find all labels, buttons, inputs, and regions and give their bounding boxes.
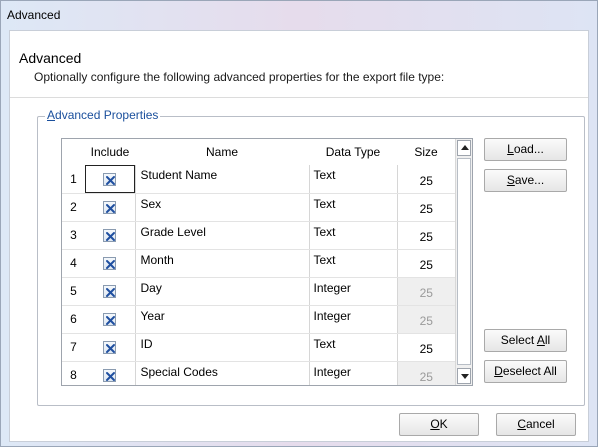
scrollbar-thumb[interactable]	[457, 158, 471, 365]
size-cell: 25	[397, 277, 455, 306]
data-type-cell[interactable]: Text	[309, 249, 398, 278]
include-cell[interactable]	[85, 277, 136, 306]
name-cell[interactable]: ID	[135, 333, 310, 362]
checkbox-checked-icon[interactable]	[103, 285, 117, 299]
properties-table: Include Name Data Type Size 1 Student Nam…	[62, 139, 455, 385]
cancel-button[interactable]: Cancel	[496, 413, 576, 436]
table-row[interactable]: 5 Day Integer 25	[62, 277, 455, 306]
dialog-body: Advanced Optionally configure the follow…	[9, 30, 589, 442]
save-button[interactable]: Save...	[484, 169, 567, 192]
size-cell[interactable]: 25	[397, 333, 455, 362]
checkbox-checked-icon[interactable]	[103, 201, 117, 215]
row-number: 7	[62, 333, 85, 362]
row-number: 2	[62, 193, 85, 222]
save-accel: S	[506, 173, 515, 187]
size-cell: 25	[397, 305, 455, 334]
name-cell[interactable]: Sex	[135, 193, 310, 222]
data-type-cell[interactable]: Text	[309, 333, 398, 362]
group-label: Advanced Properties	[45, 108, 161, 122]
checkbox-checked-icon[interactable]	[103, 257, 117, 271]
group-label-accel: A	[47, 108, 56, 122]
name-cell[interactable]: Year	[135, 305, 310, 334]
grid-body: 1 Student Name Text 25 2 Sex Text 25 3 Grade Leve…	[62, 165, 455, 385]
include-column-header[interactable]: Include	[85, 139, 135, 165]
scroll-up-arrow-icon[interactable]	[457, 140, 471, 156]
table-row[interactable]: 1 Student Name Text 25	[62, 165, 455, 194]
data-type-cell[interactable]: Integer	[309, 361, 398, 385]
select-all-label-end: ll	[544, 333, 551, 347]
name-column-header[interactable]: Name	[135, 139, 309, 165]
checkbox-checked-icon[interactable]	[103, 313, 117, 327]
ok-accel: O	[430, 417, 440, 431]
load-accel: L	[507, 142, 514, 156]
table-row[interactable]: 7 ID Text 25	[62, 333, 455, 362]
select-all-button[interactable]: Select All	[484, 329, 567, 352]
cancel-accel: C	[517, 417, 526, 431]
ok-button[interactable]: OK	[399, 413, 479, 436]
name-cell[interactable]: Special Codes	[135, 361, 310, 385]
row-number: 1	[62, 165, 85, 194]
checkbox-checked-icon[interactable]	[103, 341, 117, 355]
include-cell[interactable]	[85, 361, 136, 385]
include-cell[interactable]	[85, 305, 136, 334]
row-number: 4	[62, 249, 85, 278]
deselect-all-accel: D	[494, 364, 503, 378]
advanced-dialog: Advanced Advanced Optionally configure t…	[0, 0, 598, 447]
select-all-label-start: Select	[500, 333, 537, 347]
name-cell[interactable]: Student Name	[135, 165, 310, 194]
vertical-scrollbar[interactable]	[455, 139, 472, 385]
name-cell[interactable]: Grade Level	[135, 221, 310, 250]
data-type-cell[interactable]: Text	[309, 221, 398, 250]
header-divider	[10, 97, 588, 98]
include-cell[interactable]	[85, 249, 136, 278]
data-type-cell[interactable]: Integer	[309, 277, 398, 306]
row-number: 8	[62, 361, 85, 385]
include-cell[interactable]	[85, 333, 136, 362]
table-row[interactable]: 4 Month Text 25	[62, 249, 455, 278]
checkbox-checked-icon[interactable]	[103, 229, 117, 243]
size-cell[interactable]: 25	[397, 193, 455, 222]
deselect-all-label: eselect All	[502, 364, 557, 378]
include-cell[interactable]	[85, 165, 136, 194]
advanced-properties-group: Advanced Properties Include Name Data Ty…	[37, 108, 585, 406]
checkbox-checked-icon[interactable]	[103, 172, 117, 186]
scroll-down-arrow-icon[interactable]	[457, 368, 471, 384]
row-number-header	[62, 139, 85, 165]
data-type-cell[interactable]: Text	[309, 165, 398, 194]
size-cell[interactable]: 25	[397, 165, 455, 194]
checkbox-checked-icon[interactable]	[103, 369, 117, 383]
name-cell[interactable]: Month	[135, 249, 310, 278]
data-type-column-header[interactable]: Data Type	[309, 139, 397, 165]
data-type-cell[interactable]: Integer	[309, 305, 398, 334]
table-row[interactable]: 3 Grade Level Text 25	[62, 221, 455, 250]
window-title: Advanced	[7, 8, 61, 22]
select-all-accel: A	[536, 333, 545, 347]
row-number: 6	[62, 305, 85, 334]
size-cell[interactable]: 25	[397, 249, 455, 278]
save-label: ave...	[514, 173, 545, 187]
load-button[interactable]: Load...	[484, 138, 567, 161]
size-cell[interactable]: 25	[397, 221, 455, 250]
table-row[interactable]: 2 Sex Text 25	[62, 193, 455, 222]
deselect-all-button[interactable]: Deselect All	[484, 360, 567, 383]
title-bar[interactable]: Advanced	[1, 1, 597, 29]
size-cell: 25	[397, 361, 455, 385]
name-cell[interactable]: Day	[135, 277, 310, 306]
include-cell[interactable]	[85, 221, 136, 250]
load-label: oad...	[513, 142, 544, 156]
page-subtitle: Optionally configure the following advan…	[34, 70, 445, 84]
include-cell[interactable]	[85, 193, 136, 222]
table-row[interactable]: 8 Special Codes Integer 25	[62, 361, 455, 385]
cancel-label: ancel	[525, 417, 555, 431]
group-label-text: dvanced Properties	[55, 108, 159, 122]
table-row[interactable]: 6 Year Integer 25	[62, 305, 455, 334]
properties-grid[interactable]: Include Name Data Type Size 1 Student Nam…	[61, 138, 473, 386]
page-title: Advanced	[19, 50, 82, 66]
row-number: 3	[62, 221, 85, 250]
data-type-cell[interactable]: Text	[309, 193, 398, 222]
size-column-header[interactable]: Size	[397, 139, 455, 165]
grid-header-row: Include Name Data Type Size	[62, 139, 455, 165]
row-number: 5	[62, 277, 85, 306]
ok-label: K	[439, 417, 448, 431]
